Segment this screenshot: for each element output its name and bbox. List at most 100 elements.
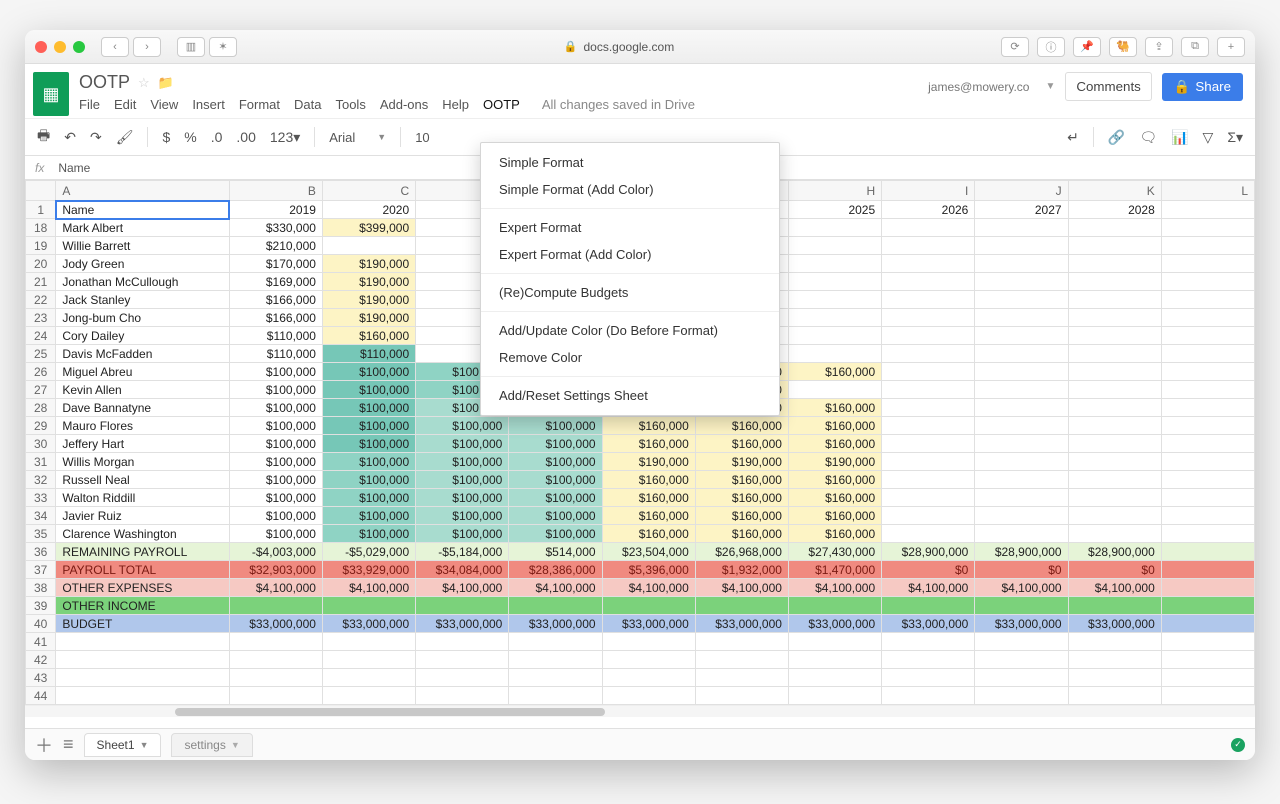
rownum[interactable]: 32 [26,471,56,489]
cell[interactable] [1161,669,1254,687]
rownum[interactable]: 35 [26,525,56,543]
cell[interactable] [975,291,1068,309]
cell-a1[interactable]: Name [56,201,229,219]
minimize-icon[interactable] [54,41,66,53]
rownum[interactable]: 25 [26,345,56,363]
cell[interactable] [509,651,602,669]
cell[interactable] [1068,399,1161,417]
cell[interactable]: $514,000 [509,543,602,561]
cell[interactable] [695,669,788,687]
cell[interactable]: $4,100,000 [882,579,975,597]
cell[interactable]: $100,000 [322,363,415,381]
cell[interactable] [1068,255,1161,273]
cell[interactable] [1068,435,1161,453]
rownum[interactable]: 40 [26,615,56,633]
cell[interactable] [1161,255,1254,273]
cell[interactable] [882,489,975,507]
cell[interactable] [602,687,695,705]
cell[interactable]: $160,000 [788,471,881,489]
cell[interactable]: $160,000 [602,489,695,507]
cell[interactable]: $100,000 [416,507,509,525]
cell[interactable] [788,255,881,273]
colhead-L[interactable]: L [1161,181,1254,201]
cell[interactable] [416,597,509,615]
cell[interactable]: $100,000 [229,435,322,453]
cell[interactable] [1161,381,1254,399]
cell[interactable] [882,273,975,291]
cell[interactable]: $100,000 [509,417,602,435]
cell[interactable] [1161,579,1254,597]
cell[interactable] [1068,669,1161,687]
cell[interactable]: $33,000,000 [322,615,415,633]
cell[interactable] [695,633,788,651]
dec-increase-icon[interactable]: .00 [236,129,255,145]
cell[interactable] [788,669,881,687]
rownum[interactable]: 28 [26,399,56,417]
share-button[interactable]: 🔒Share [1162,73,1243,101]
pin-icon[interactable]: 📌 [1073,37,1101,57]
cell[interactable] [1161,453,1254,471]
cell[interactable] [1068,651,1161,669]
more-formats-icon[interactable]: 123▾ [270,129,300,146]
cell[interactable]: $210,000 [229,237,322,255]
camel-icon[interactable]: 🐫 [1109,37,1137,57]
cell[interactable] [1161,615,1254,633]
share-icon[interactable]: ⇪ [1145,37,1173,57]
cell[interactable] [509,669,602,687]
cell[interactable]: 2028 [1068,201,1161,219]
rownum[interactable]: 38 [26,579,56,597]
menu-format[interactable]: Format [239,97,280,112]
cell[interactable] [1161,201,1254,219]
cell[interactable] [975,273,1068,291]
chart-icon[interactable]: 📊 [1171,129,1188,146]
cell[interactable] [1068,597,1161,615]
cell[interactable]: $4,100,000 [1068,579,1161,597]
cell[interactable]: $5,396,000 [602,561,695,579]
menu-tools[interactable]: Tools [335,97,365,112]
cell[interactable] [882,471,975,489]
cell[interactable]: $26,968,000 [695,543,788,561]
cell[interactable]: Jeffery Hart [56,435,229,453]
cell[interactable]: $100,000 [509,471,602,489]
cell[interactable] [322,651,415,669]
cell[interactable]: $100,000 [322,489,415,507]
cell[interactable] [1161,363,1254,381]
cell[interactable]: Dave Bannatyne [56,399,229,417]
colhead-I[interactable]: I [882,181,975,201]
cell[interactable] [695,651,788,669]
cell[interactable] [975,345,1068,363]
cell[interactable]: $100,000 [416,471,509,489]
colhead-C[interactable]: C [322,181,415,201]
cell[interactable] [695,687,788,705]
cell[interactable] [1161,309,1254,327]
cell[interactable]: $4,100,000 [602,579,695,597]
cell[interactable] [602,669,695,687]
cell[interactable]: $160,000 [322,327,415,345]
cell[interactable]: $110,000 [229,327,322,345]
fontsize-select[interactable]: 10 [415,130,429,145]
cell[interactable]: $166,000 [229,291,322,309]
cell[interactable]: $160,000 [695,417,788,435]
cell[interactable]: $399,000 [322,219,415,237]
cell[interactable]: Kevin Allen [56,381,229,399]
cell[interactable]: $34,084,000 [416,561,509,579]
cell[interactable] [1161,435,1254,453]
rownum[interactable]: 21 [26,273,56,291]
cell[interactable]: $100,000 [416,417,509,435]
cell[interactable] [788,651,881,669]
cell[interactable]: $100,000 [229,417,322,435]
cell[interactable] [1068,453,1161,471]
cell[interactable]: 2025 [788,201,881,219]
cell[interactable] [1068,489,1161,507]
cell[interactable]: $4,100,000 [695,579,788,597]
cell[interactable] [1161,237,1254,255]
cell[interactable] [882,453,975,471]
cell[interactable] [882,255,975,273]
cell[interactable]: $160,000 [788,363,881,381]
cell[interactable] [229,669,322,687]
menu-edit[interactable]: Edit [114,97,136,112]
cell[interactable] [229,687,322,705]
cell[interactable]: $33,000,000 [509,615,602,633]
cell[interactable]: Willis Morgan [56,453,229,471]
cell[interactable]: Mark Albert [56,219,229,237]
